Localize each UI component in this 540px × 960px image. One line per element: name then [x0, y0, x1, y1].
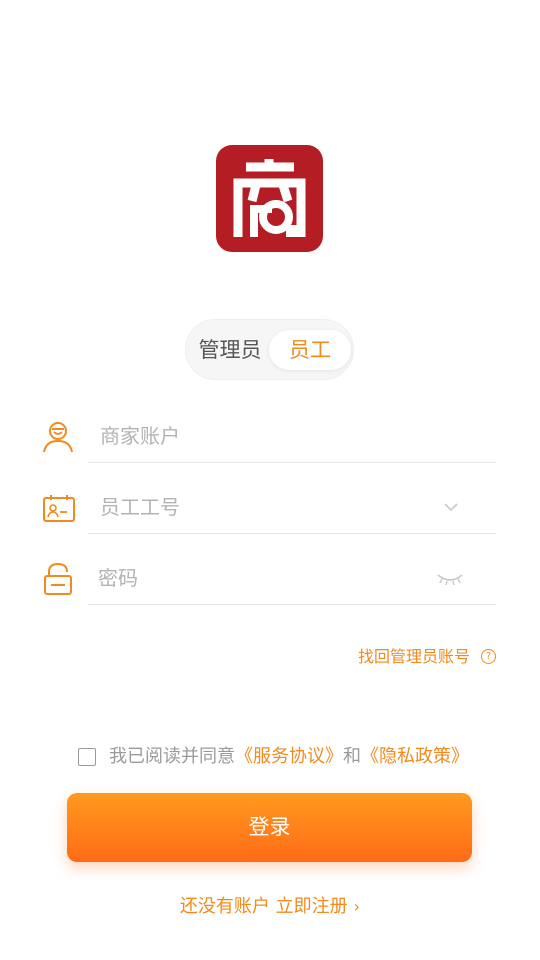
- service-agreement-link[interactable]: 《服务协议》: [235, 746, 343, 767]
- agreement-prefix: 我已阅读并同意: [109, 746, 235, 767]
- staff-number-field: [40, 484, 496, 534]
- account-input[interactable]: [100, 419, 420, 453]
- eye-closed-icon[interactable]: [436, 571, 464, 587]
- agreement-checkbox[interactable]: [78, 748, 96, 766]
- shop-logo-icon: [233, 159, 306, 237]
- user-icon: [43, 422, 73, 453]
- app-logo: [216, 145, 323, 252]
- tab-admin[interactable]: 管理员: [190, 330, 270, 370]
- password-field: [40, 555, 496, 605]
- lock-icon: [44, 562, 72, 595]
- id-card-icon: [43, 495, 75, 522]
- login-button[interactable]: 登录: [67, 793, 472, 862]
- password-underline: [88, 604, 496, 605]
- role-switch: 管理员 员工: [185, 319, 354, 380]
- recover-admin-link[interactable]: 找回管理员账号: [358, 646, 470, 668]
- staff-number-input[interactable]: [100, 490, 420, 524]
- account-underline: [88, 462, 496, 463]
- register-link-text: 还没有账户 立即注册: [179, 896, 348, 917]
- account-field: [40, 413, 496, 463]
- chevron-down-icon[interactable]: [442, 498, 460, 516]
- staff-number-underline: [88, 533, 496, 534]
- privacy-policy-link[interactable]: 《隐私政策》: [361, 746, 469, 767]
- help-icon[interactable]: ?: [481, 649, 496, 664]
- password-input[interactable]: [98, 561, 418, 595]
- tab-staff[interactable]: 员工: [269, 330, 351, 370]
- register-link[interactable]: 还没有账户 立即注册 ›: [0, 894, 540, 920]
- agreement-text: 我已阅读并同意《服务协议》和《隐私政策》: [109, 744, 469, 770]
- chevron-right-icon: ›: [353, 897, 361, 916]
- agreement-and: 和: [343, 746, 361, 767]
